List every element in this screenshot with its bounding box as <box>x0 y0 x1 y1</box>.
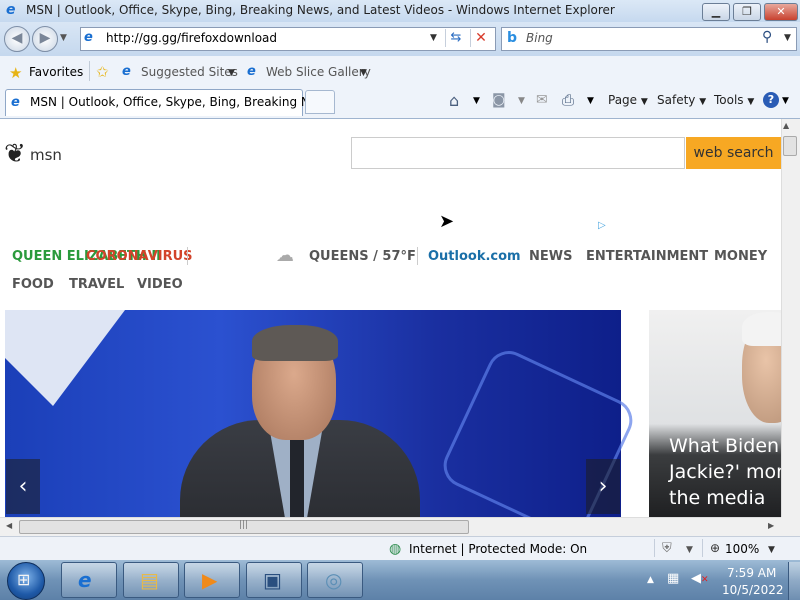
address-dropdown[interactable]: ▼ <box>430 33 437 43</box>
carousel-prev-button[interactable]: ‹ <box>6 459 40 514</box>
ie-icon: e <box>6 2 16 18</box>
nav-video[interactable]: VIDEO <box>137 277 183 292</box>
grip-icon: ||| <box>239 520 249 530</box>
add-to-favorites-icon[interactable]: ✩ <box>96 63 109 81</box>
tab-label[interactable]: MSN | Outlook, Office, Skype, Bing, Brea… <box>30 95 329 109</box>
search-icon[interactable]: ⚲ <box>762 29 772 45</box>
mail-icon[interactable]: ✉ <box>536 92 548 108</box>
folder-icon: ▤ <box>140 568 159 592</box>
chevron-down-icon[interactable]: ▼ <box>518 96 525 106</box>
web-search-input[interactable] <box>351 137 685 169</box>
windows-logo-icon: ⊞ <box>17 570 31 589</box>
divider <box>702 539 703 557</box>
protected-mode-icon[interactable]: ⛨ <box>662 541 672 556</box>
msn-butterfly-icon[interactable]: ❦ <box>4 139 26 169</box>
safety-menu-label: Safety <box>657 93 696 107</box>
vertical-scroll-thumb[interactable] <box>783 136 797 156</box>
msn-logo-text[interactable]: msn <box>30 146 62 164</box>
nav-food[interactable]: FOOD <box>12 277 54 292</box>
mouse-cursor-icon: ➤ <box>439 211 455 232</box>
nav-news[interactable]: NEWS <box>529 249 572 264</box>
chevron-down-icon[interactable]: ▼ <box>360 68 367 78</box>
feed-icon[interactable]: ◙ <box>492 92 506 108</box>
chevron-down-icon[interactable]: ▼ <box>587 96 594 106</box>
show-desktop-button[interactable] <box>788 562 800 600</box>
tools-menu-label: Tools <box>714 93 744 107</box>
close-button[interactable]: ✕ <box>764 3 798 21</box>
chevron-down-icon[interactable]: ▼ <box>473 96 480 106</box>
stop-icon[interactable]: ✕ <box>470 29 491 47</box>
minimize-button[interactable]: ▁ <box>702 3 730 21</box>
new-tab-button[interactable] <box>305 90 335 114</box>
window-title: MSN | Outlook, Office, Skype, Bing, Brea… <box>26 3 615 17</box>
ie-icon: e <box>11 95 20 110</box>
ad-choices-icon[interactable]: ▷ <box>598 220 606 231</box>
nav-money[interactable]: MONEY <box>714 249 767 264</box>
search-placeholder[interactable]: Bing <box>526 31 553 45</box>
chevron-down-icon[interactable]: ▼ <box>768 545 775 555</box>
divider <box>417 247 418 265</box>
favorites-button[interactable]: Favorites <box>29 65 83 79</box>
nav-outlook[interactable]: Outlook.com <box>428 249 521 264</box>
bing-icon: b <box>507 30 518 46</box>
disc-icon: ◎ <box>325 568 343 592</box>
tools-menu[interactable]: Tools ▼ <box>714 93 754 107</box>
forward-button[interactable]: ▶ <box>32 26 58 52</box>
zoom-icon[interactable]: ⊕ <box>710 541 720 555</box>
nav-entertainment[interactable]: ENTERTAINMENT <box>586 249 708 264</box>
ie-icon: e <box>122 64 131 79</box>
page-menu-label: Page <box>608 93 638 107</box>
nav-travel[interactable]: TRAVEL <box>69 277 124 292</box>
scroll-right-icon[interactable]: ▶ <box>768 521 774 530</box>
network-icon[interactable]: ▦ <box>667 571 679 586</box>
page-favicon-icon: e <box>84 30 93 45</box>
mute-indicator-icon: ✕ <box>701 575 709 585</box>
show-hidden-icons-icon[interactable]: ▲ <box>647 575 654 585</box>
page-menu[interactable]: Page ▼ <box>608 93 648 107</box>
scroll-corner <box>781 517 800 536</box>
maximize-button[interactable]: ❐ <box>733 3 761 21</box>
volume-icon[interactable]: ◀ <box>691 571 701 586</box>
carousel-next-button[interactable]: › <box>586 459 620 514</box>
weather-link[interactable]: QUEENS / 57°F <box>309 249 416 264</box>
home-icon[interactable]: ⌂ <box>449 91 459 110</box>
media-player-icon: ▶ <box>202 568 218 592</box>
chevron-down-icon[interactable]: ▼ <box>686 545 693 555</box>
chevron-down-icon[interactable]: ▼ <box>782 96 789 106</box>
chevron-down-icon[interactable]: ▼ <box>228 68 235 78</box>
search-options-dropdown[interactable]: ▼ <box>784 33 791 43</box>
safety-menu[interactable]: Safety ▼ <box>657 93 706 107</box>
computer-icon: ▣ <box>263 568 282 592</box>
cloud-icon: ☁ <box>276 245 294 266</box>
divider <box>654 539 655 557</box>
refresh-icon[interactable]: ⇆ <box>445 29 466 47</box>
clock-date[interactable]: 10/5/2022 <box>722 583 784 597</box>
divider <box>89 61 90 81</box>
web-search-button[interactable]: web search <box>686 137 781 169</box>
side-story-headline[interactable]: What Biden's Jackie?' mom the media <box>669 433 799 511</box>
suggested-sites-link[interactable]: Suggested Sites <box>141 65 238 79</box>
scroll-up-icon[interactable]: ▲ <box>783 121 789 130</box>
web-slice-gallery-link[interactable]: Web Slice Gallery <box>266 65 371 79</box>
scroll-left-icon[interactable]: ◀ <box>6 521 12 530</box>
vertical-scrollbar[interactable] <box>781 119 800 517</box>
ie-icon: e <box>78 568 92 592</box>
zoom-level[interactable]: 100% <box>725 542 759 556</box>
ie-icon: e <box>247 64 256 79</box>
security-zone-text[interactable]: Internet | Protected Mode: On <box>409 542 587 556</box>
hero-person-hair <box>252 325 338 361</box>
taskbar <box>0 560 800 600</box>
divider <box>187 247 188 265</box>
help-icon[interactable]: ? <box>763 92 779 108</box>
star-icon[interactable]: ★ <box>9 64 22 82</box>
nav-coronavirus[interactable]: CORONAVIRUS <box>86 249 193 264</box>
favorites-bar <box>0 56 800 87</box>
recent-pages-dropdown[interactable]: ▼ <box>60 33 67 43</box>
clock-time[interactable]: 7:59 AM <box>727 566 776 580</box>
globe-icon: ◍ <box>389 541 402 557</box>
back-button[interactable]: ◀ <box>4 26 30 52</box>
print-icon[interactable]: ⎙ <box>562 91 574 109</box>
address-url[interactable]: http://gg.gg/firefoxdownload <box>106 31 277 45</box>
hero-person-tie <box>290 440 304 517</box>
